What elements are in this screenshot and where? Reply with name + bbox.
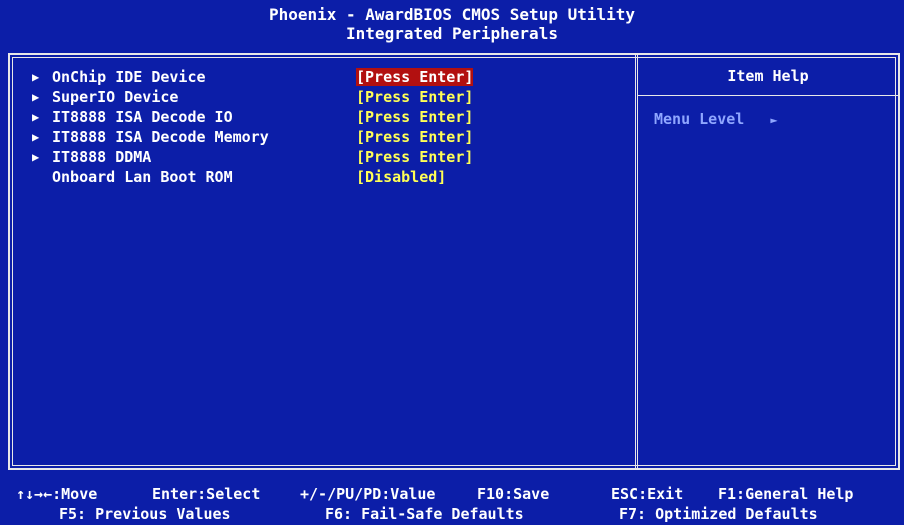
title-bar: Phoenix - AwardBIOS CMOS Setup Utility I… [0, 0, 904, 48]
panel-divider [635, 55, 638, 468]
key-legend: ↑↓→←:Move Enter:Select +/-/PU/PD:Value F… [0, 480, 904, 525]
key-move: ↑↓→←:Move [16, 485, 98, 503]
menu-item-value[interactable]: [Press Enter] [356, 87, 473, 107]
submenu-arrow-icon: ▶ [32, 150, 40, 164]
menu-item-value[interactable]: [Disabled] [356, 167, 446, 187]
menu-item-value[interactable]: [Press Enter] [356, 127, 473, 147]
menu-item-label: IT8888 ISA Decode Memory [52, 128, 269, 146]
menu-level-label: Menu Level [654, 110, 745, 128]
menu-item-isa-decode-memory[interactable]: ▶ IT8888 ISA Decode Memory [Press Enter] [32, 127, 622, 147]
key-general-help: F1:General Help [718, 485, 854, 503]
help-divider [638, 95, 898, 96]
menu-item-label: OnChip IDE Device [52, 68, 206, 86]
page-title: Integrated Peripherals [346, 24, 558, 43]
submenu-arrow-icon: ▶ [32, 90, 40, 104]
submenu-arrow-icon: ▶ [32, 70, 40, 84]
main-frame: ▶ OnChip IDE Device [Press Enter] ▶ Supe… [8, 53, 900, 470]
key-value: +/-/PU/PD:Value [300, 485, 436, 503]
menu-item-onboard-lan-boot-rom[interactable]: Onboard Lan Boot ROM [Disabled] [32, 167, 622, 187]
submenu-arrow-icon: ▶ [32, 110, 40, 124]
menu-item-superio-device[interactable]: ▶ SuperIO Device [Press Enter] [32, 87, 622, 107]
submenu-arrow-icon: ▶ [32, 130, 40, 144]
key-select: Enter:Select [152, 485, 261, 503]
menu-item-isa-decode-io[interactable]: ▶ IT8888 ISA Decode IO [Press Enter] [32, 107, 622, 127]
menu-item-label: Onboard Lan Boot ROM [52, 168, 233, 186]
key-fail-safe-defaults: F6: Fail-Safe Defaults [325, 505, 524, 523]
menu-item-onchip-ide-device[interactable]: ▶ OnChip IDE Device [Press Enter] [32, 67, 622, 87]
menu-item-label: IT8888 ISA Decode IO [52, 108, 233, 126]
key-optimized-defaults: F7: Optimized Defaults [619, 505, 818, 523]
key-previous-values: F5: Previous Values [59, 505, 231, 523]
menu-item-label: SuperIO Device [52, 88, 179, 106]
menu-item-ddma[interactable]: ▶ IT8888 DDMA [Press Enter] [32, 147, 622, 167]
menu-level-arrow-icon: ► [770, 113, 778, 127]
menu-item-value[interactable]: [Press Enter] [356, 67, 474, 87]
menu-level-indicator: Menu Level ► [654, 109, 778, 130]
menu-item-label: IT8888 DDMA [52, 148, 152, 166]
key-exit: ESC:Exit [611, 485, 684, 503]
settings-list: ▶ OnChip IDE Device [Press Enter] ▶ Supe… [32, 67, 622, 187]
menu-item-value[interactable]: [Press Enter] [356, 107, 473, 127]
item-help-title: Item Help [727, 67, 809, 85]
menu-item-value[interactable]: [Press Enter] [356, 147, 473, 167]
utility-title: Phoenix - AwardBIOS CMOS Setup Utility [268, 5, 636, 24]
key-save: F10:Save [477, 485, 550, 503]
